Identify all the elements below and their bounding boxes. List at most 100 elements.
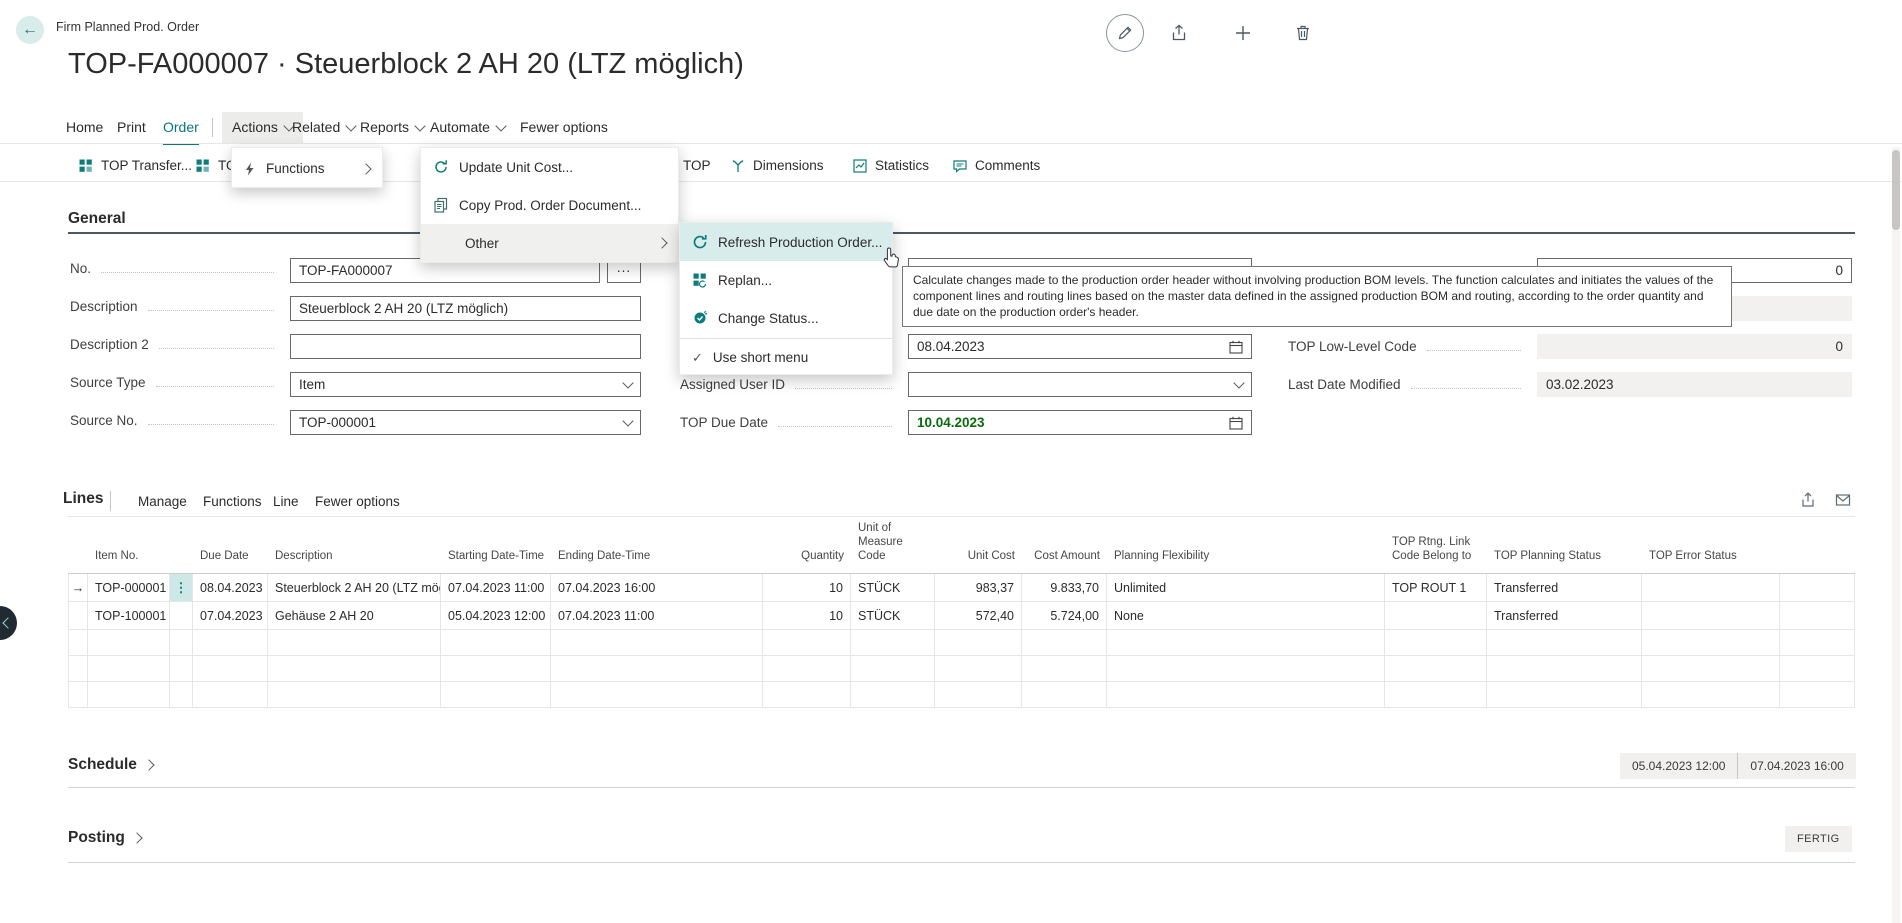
lines-email-button[interactable] <box>1835 492 1851 513</box>
refresh-icon <box>433 159 449 175</box>
row-selector[interactable]: → <box>68 574 88 602</box>
col-unit-cost[interactable]: Unit Cost <box>935 520 1022 568</box>
cell-planning-flexibility[interactable]: Unlimited <box>1107 574 1385 602</box>
menu-automate[interactable]: Automate <box>430 112 505 143</box>
cell-uom[interactable]: STÜCK <box>851 602 935 630</box>
cell-starting[interactable]: 05.04.2023 12:00 <box>441 602 551 630</box>
menu-related[interactable]: Related <box>292 112 355 143</box>
scrollbar-thumb[interactable] <box>1892 150 1900 230</box>
cell-quantity[interactable]: 10 <box>763 602 851 630</box>
toolbar-dimensions[interactable]: Dimensions <box>730 150 824 181</box>
lines-divider <box>110 491 111 511</box>
collapse-panel-tab[interactable] <box>0 606 17 640</box>
cell-rtng-link[interactable] <box>1385 602 1487 630</box>
new-button[interactable] <box>1234 24 1252 47</box>
menu-item-use-short-menu[interactable]: ✓ Use short menu <box>680 340 892 375</box>
chevron-right-icon <box>131 832 142 843</box>
col-due-date[interactable]: Due Date <box>193 520 268 568</box>
edit-button[interactable] <box>1106 14 1144 52</box>
col-quantity[interactable]: Quantity <box>763 520 851 568</box>
empty-row-cell[interactable] <box>68 682 88 708</box>
cell-starting[interactable]: 07.04.2023 11:00 <box>441 574 551 602</box>
description2-input[interactable] <box>290 334 641 359</box>
other-submenu: Refresh Production Order... Replan... Ch… <box>679 222 893 375</box>
share-button[interactable] <box>1170 24 1188 47</box>
toolbar-statistics[interactable]: Statistics <box>852 150 929 181</box>
chevron-right-icon <box>656 237 667 248</box>
field-label-low-level: TOP Low-Level Code <box>1288 339 1529 354</box>
delete-button[interactable] <box>1294 24 1312 47</box>
cell-description[interactable]: Gehäuse 2 AH 20 <box>268 602 441 630</box>
assigned-user-select[interactable] <box>908 372 1252 397</box>
menu-item-replan[interactable]: Replan... <box>680 261 892 299</box>
cell-error-status[interactable] <box>1642 574 1780 602</box>
description-input[interactable]: Steuerblock 2 AH 20 (LTZ möglich) <box>290 296 641 321</box>
schedule-section-toggle[interactable]: Schedule <box>68 756 153 774</box>
row-selector[interactable] <box>68 602 88 630</box>
cell-quantity[interactable]: 10 <box>763 574 851 602</box>
menu-item-copy-prod-order[interactable]: Copy Prod. Order Document... <box>421 186 678 224</box>
cell-unit-cost[interactable]: 572,40 <box>935 602 1022 630</box>
toolbar-comments[interactable]: Comments <box>952 150 1040 181</box>
cell-due-date[interactable]: 08.04.2023 <box>193 574 268 602</box>
toolbar-top-3[interactable]: TOP <box>683 150 711 181</box>
col-description[interactable]: Description <box>268 520 441 568</box>
share-icon <box>1800 492 1816 508</box>
toolbar-top-transfer[interactable]: TOP Transfer... <box>78 150 192 181</box>
lines-tab-manage[interactable]: Manage <box>138 490 187 514</box>
cell-description[interactable]: Steuerblock 2 AH 20 (LTZ mög... <box>268 574 441 602</box>
col-uom[interactable]: Unit of Measure Code <box>851 520 935 568</box>
row-options-button[interactable]: ⋮ <box>170 574 193 602</box>
lines-tab-functions[interactable]: Functions <box>203 490 262 514</box>
cell-cost-amount[interactable]: 5.724,00 <box>1022 602 1107 630</box>
cell-error-status[interactable] <box>1642 602 1780 630</box>
cell-cost-amount[interactable]: 9.833,70 <box>1022 574 1107 602</box>
cell-ending[interactable]: 07.04.2023 16:00 <box>551 574 763 602</box>
cell-planning-flexibility[interactable]: None <box>1107 602 1385 630</box>
menu-home[interactable]: Home <box>66 112 103 143</box>
lines-share-button[interactable] <box>1800 492 1816 513</box>
menu-item-functions[interactable]: Functions <box>232 148 382 189</box>
lines-tab-line[interactable]: Line <box>273 490 299 514</box>
empty-row-cell[interactable] <box>68 630 88 656</box>
menu-item-other[interactable]: Other <box>421 224 678 262</box>
cell-planning-status[interactable]: Transferred <box>1487 574 1642 602</box>
col-planning-flexibility[interactable]: Planning Flexibility <box>1107 520 1385 568</box>
col-cost-amount[interactable]: Cost Amount <box>1022 520 1107 568</box>
field-label-no: No. <box>70 261 282 276</box>
col-ending[interactable]: Ending Date-Time <box>551 520 763 568</box>
menu-fewer-options[interactable]: Fewer options <box>520 112 608 143</box>
cell-item-no[interactable]: TOP-000001 <box>88 574 170 602</box>
due-date-input[interactable]: 08.04.2023 <box>908 334 1252 359</box>
menu-order[interactable]: Order <box>163 112 199 145</box>
cell-unit-cost[interactable]: 983,37 <box>935 574 1022 602</box>
field-label-description2: Description 2 <box>70 337 282 352</box>
col-error-status[interactable]: TOP Error Status <box>1642 520 1780 568</box>
posting-section-toggle[interactable]: Posting <box>68 829 141 847</box>
menu-print[interactable]: Print <box>117 112 146 143</box>
scrollbar-track[interactable] <box>1892 147 1900 923</box>
field-label-assigned-user: Assigned User ID <box>680 377 900 392</box>
col-starting[interactable]: Starting Date-Time <box>441 520 551 568</box>
cell-due-date[interactable]: 07.04.2023 <box>193 602 268 630</box>
col-item-no[interactable]: Item No. <box>88 520 170 568</box>
top-due-date-input[interactable]: 10.04.2023 <box>908 410 1252 435</box>
lines-tab-fewer-options[interactable]: Fewer options <box>315 490 400 514</box>
menu-actions[interactable]: Actions <box>222 112 303 143</box>
cell-rtng-link[interactable]: TOP ROUT 1 <box>1385 574 1487 602</box>
cell-item-no[interactable]: TOP-100001 <box>88 602 170 630</box>
cell-ending[interactable]: 07.04.2023 11:00 <box>551 602 763 630</box>
menu-item-update-unit-cost[interactable]: Update Unit Cost... <box>421 148 678 186</box>
menu-item-change-status[interactable]: Change Status... <box>680 299 892 337</box>
cell-planning-status[interactable]: Transferred <box>1487 602 1642 630</box>
empty-row-cell[interactable] <box>68 656 88 682</box>
cell-uom[interactable]: STÜCK <box>851 574 935 602</box>
back-button[interactable]: ← <box>16 16 44 44</box>
source-no-select[interactable]: TOP-000001 <box>290 410 641 435</box>
col-rtng-link[interactable]: TOP Rtng. Link Code Belong to <box>1385 520 1487 568</box>
menu-reports[interactable]: Reports <box>360 112 424 143</box>
chevron-right-icon <box>360 163 371 174</box>
col-planning-status[interactable]: TOP Planning Status <box>1487 520 1642 568</box>
source-type-select[interactable]: Item <box>290 372 641 397</box>
menu-item-refresh-production-order[interactable]: Refresh Production Order... <box>680 223 892 261</box>
